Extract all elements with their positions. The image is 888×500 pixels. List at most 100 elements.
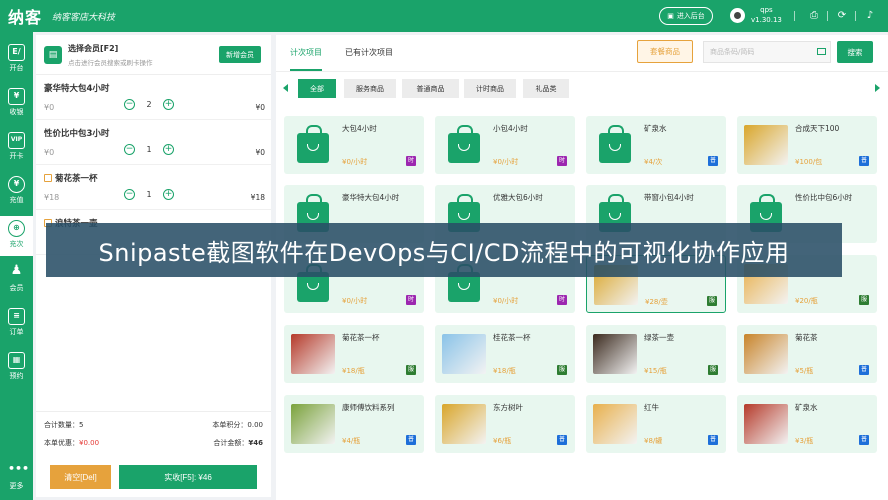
keyboard-icon[interactable] — [817, 48, 826, 55]
increase-qty-button[interactable]: + — [163, 189, 174, 200]
category-timed[interactable]: 计时商品 — [464, 79, 516, 98]
qty-value: 5 — [79, 421, 84, 429]
total-value: ¥46 — [248, 439, 263, 447]
search-input[interactable]: 商品条码/简码 — [703, 41, 831, 63]
nav-reservations[interactable]: ▦ 预约 — [0, 348, 33, 388]
product-card[interactable]: 矿泉水 ¥3/瓶 普 — [737, 395, 877, 453]
product-price: ¥0/小时 — [493, 297, 519, 305]
cart-item-qty[interactable]: 2 — [135, 100, 163, 109]
product-price: ¥100/包 — [795, 158, 823, 166]
category-service[interactable]: 服务商品 — [344, 79, 396, 98]
product-name: 东方树叶 — [493, 403, 523, 412]
product-card[interactable]: 小包4小时 ¥0/小时 时 — [435, 116, 575, 174]
calendar-icon: ▦ — [8, 352, 25, 369]
category-all[interactable]: 全部 — [298, 79, 336, 98]
cart-item-name: 菊花茶一杯 — [55, 174, 98, 184]
product-name: 桂花茶一杯 — [493, 333, 531, 342]
product-card[interactable]: 菊花茶一杯 ¥18/瓶 服 — [284, 325, 424, 383]
product-type-badge: 普 — [708, 435, 718, 445]
product-card[interactable]: 合成天下100 ¥100/包 普 — [737, 116, 877, 174]
nav-recharge[interactable]: ¥ 充值 — [0, 172, 33, 212]
nav-cashier[interactable]: ¥ 收银 — [0, 84, 33, 124]
decrease-qty-button[interactable]: − — [124, 99, 135, 110]
enter-backend-label: 进入后台 — [676, 12, 705, 20]
increase-qty-button[interactable]: + — [163, 99, 174, 110]
left-nav: E/ 开台 ¥ 收银 VIP 开卡 ¥ 充值 ⊕ 充次 ♟ 会员 ≡ 订单 ▦ … — [0, 32, 33, 500]
printer-icon[interactable]: ⎙ — [808, 10, 820, 22]
cashier-icon: ¥ — [8, 88, 25, 105]
tab-bar: 计次项目 已有计次项目 套餐商品 商品条码/简码 搜索 — [276, 35, 888, 72]
cart-item[interactable]: 性价比中包3小时 ¥0 −1 + ¥0 — [36, 120, 271, 165]
user-info[interactable]: qps v1.30.13 — [751, 5, 782, 25]
nav-label: 订单 — [9, 328, 24, 336]
bell-icon[interactable]: ♪ — [864, 10, 876, 22]
product-card[interactable]: 红牛 ¥8/罐 普 — [586, 395, 726, 453]
points-label: 本单积分： — [212, 421, 248, 429]
checkout-button[interactable]: 实收[F5]: ¥46 — [119, 465, 257, 489]
user-name: qps — [760, 6, 773, 14]
shopping-bag-icon — [442, 124, 486, 166]
category-normal[interactable]: 普通商品 — [402, 79, 459, 98]
product-name: 绿茶一壶 — [644, 333, 674, 342]
product-price: ¥3/瓶 — [795, 437, 814, 445]
app-logo: 纳客 — [8, 8, 43, 27]
scroll-left-icon[interactable] — [283, 84, 288, 92]
tab-existing-count-items[interactable]: 已有计次项目 — [345, 47, 393, 58]
member-subtitle: 点击进行会员搜索或刷卡操作 — [68, 58, 153, 67]
search-button[interactable]: 搜索 — [837, 41, 873, 63]
add-member-button[interactable]: 新增会员 — [219, 46, 261, 63]
member-title: 选择会员[F2] — [68, 43, 119, 53]
member-selector[interactable]: ▤ 选择会员[F2] 点击进行会员搜索或刷卡操作 新增会员 — [36, 35, 271, 75]
enter-backend-button[interactable]: ▣ 进入后台 — [659, 7, 713, 25]
product-card[interactable]: 矿泉水 ¥4/次 普 — [586, 116, 726, 174]
product-name: 优雅大包6小时 — [493, 193, 543, 202]
divider — [827, 11, 828, 21]
nav-label: 会员 — [9, 284, 24, 292]
nav-label: 预约 — [9, 372, 24, 380]
decrease-qty-button[interactable]: − — [124, 189, 135, 200]
cart-item[interactable]: 菊花茶一杯 ¥18 −1 + ¥18 — [36, 165, 271, 210]
clear-cart-button[interactable]: 清空[Del] — [50, 465, 111, 489]
product-card[interactable]: 菊花茶 ¥5/瓶 普 — [737, 325, 877, 383]
product-image — [744, 333, 788, 375]
nav-orders[interactable]: ≡ 订单 — [0, 304, 33, 344]
product-type-badge: 服 — [406, 365, 416, 375]
product-price: ¥15/瓶 — [644, 367, 667, 375]
tab-count-items[interactable]: 计次项目 — [290, 47, 322, 71]
product-name: 康师傅饮料系列 — [342, 403, 395, 412]
product-type-badge: 时 — [406, 295, 416, 305]
decrease-qty-button[interactable]: − — [124, 144, 135, 155]
product-price: ¥0/小时 — [342, 158, 368, 166]
product-name: 矿泉水 — [795, 403, 818, 412]
cart-item-price: ¥18 — [44, 193, 60, 202]
increase-qty-button[interactable]: + — [163, 144, 174, 155]
nav-open-table[interactable]: E/ 开台 — [0, 40, 33, 80]
nav-label: 开卡 — [9, 152, 24, 160]
scroll-right-icon[interactable] — [875, 84, 880, 92]
nav-open-card[interactable]: VIP 开卡 — [0, 128, 33, 168]
nav-members[interactable]: ♟ 会员 — [0, 260, 33, 300]
set-goods-button[interactable]: 套餐商品 — [637, 40, 693, 63]
cart-item[interactable]: 豪华特大包4小时 ¥0 −2 + ¥0 — [36, 75, 271, 120]
nav-recharge-count[interactable]: ⊕ 充次 — [0, 216, 33, 256]
cart-item-qty[interactable]: 1 — [135, 145, 163, 154]
product-card[interactable]: 康师傅饮料系列 ¥4/瓶 普 — [284, 395, 424, 453]
refresh-icon[interactable]: ⟳ — [836, 10, 848, 22]
cart-summary: 合计数量：5 本单积分：0.00 本单优惠：¥0.00 合计金额：¥46 — [36, 411, 271, 455]
backend-icon: ▣ — [667, 12, 674, 20]
user-avatar[interactable] — [730, 8, 745, 23]
nav-more[interactable]: ••• 更多 — [0, 458, 33, 498]
category-gift[interactable]: 礼品类 — [523, 79, 569, 98]
cart-item-qty[interactable]: 1 — [135, 190, 163, 199]
product-card[interactable]: 绿茶一壶 ¥15/瓶 服 — [586, 325, 726, 383]
product-price: ¥4/瓶 — [342, 437, 361, 445]
product-card[interactable]: 桂花茶一杯 ¥18/瓶 服 — [435, 325, 575, 383]
product-price: ¥18/瓶 — [493, 367, 516, 375]
product-card[interactable]: 东方树叶 ¥6/瓶 普 — [435, 395, 575, 453]
product-price: ¥5/瓶 — [795, 367, 814, 375]
product-type-badge: 服 — [557, 365, 567, 375]
divider — [794, 11, 795, 21]
product-price: ¥0/小时 — [493, 158, 519, 166]
nav-label: 开台 — [9, 64, 24, 72]
product-card[interactable]: 大包4小时 ¥0/小时 时 — [284, 116, 424, 174]
